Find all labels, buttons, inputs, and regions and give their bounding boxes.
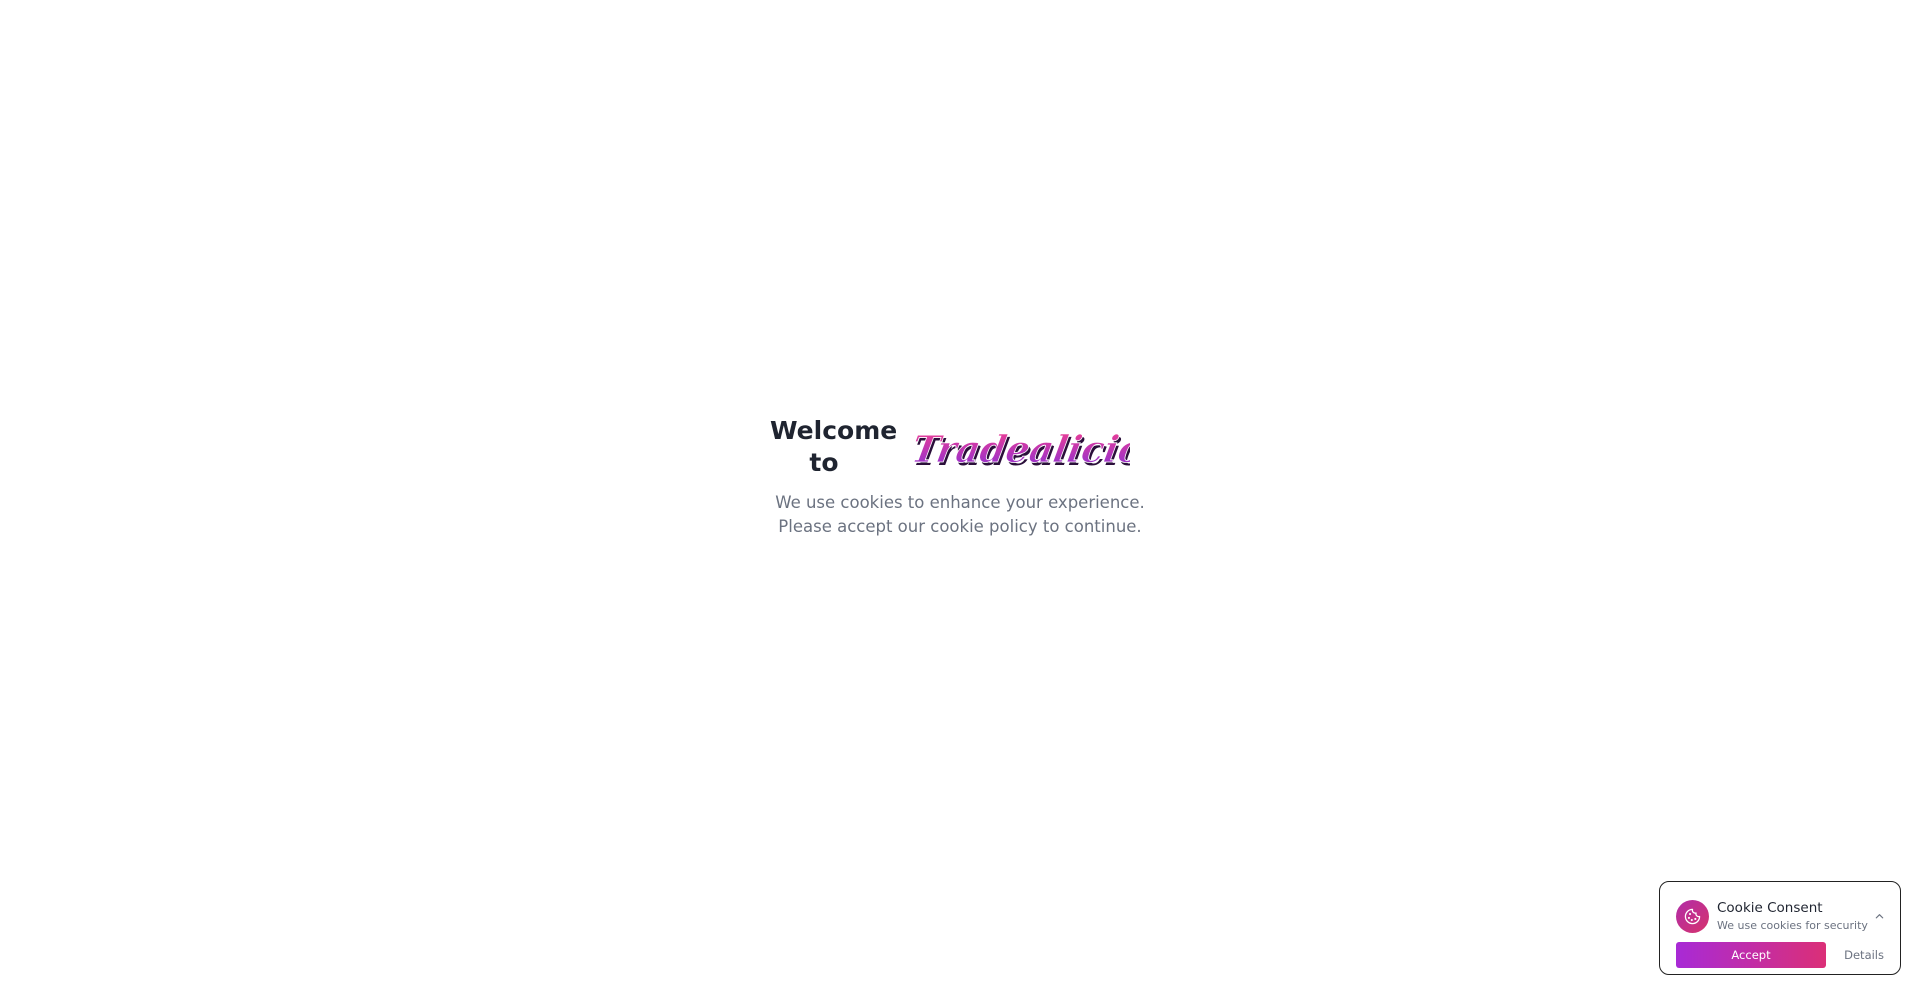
cookie-notice-text: We use cookies to enhance your experienc… <box>775 493 1145 536</box>
details-button[interactable]: Details <box>1842 948 1886 962</box>
page: Welcome to Tradealicious Tradealicious W… <box>0 0 1920 993</box>
welcome-heading-row: Welcome to Tradealicious Tradealicious <box>770 415 1150 479</box>
welcome-line-1: Welcome <box>770 416 898 445</box>
tradealicious-logo: Tradealicious Tradealicious <box>914 427 1130 474</box>
cookie-consent-banner: Cookie Consent We use cookies for securi… <box>1659 881 1901 975</box>
cookie-banner-texts: Cookie Consent We use cookies for securi… <box>1717 900 1872 933</box>
welcome-section: Welcome to Tradealicious Tradealicious W… <box>770 415 1150 539</box>
welcome-heading: Welcome to <box>770 415 898 479</box>
welcome-line-2: to <box>809 448 839 477</box>
cookie-icon <box>1676 899 1709 933</box>
svg-text:Tradealicious: Tradealicious <box>914 427 1130 471</box>
cookie-banner-actions: Accept Details <box>1676 942 1886 968</box>
cookie-banner-header: Cookie Consent We use cookies for securi… <box>1676 899 1886 933</box>
accept-button[interactable]: Accept <box>1676 942 1826 968</box>
cookie-banner-subtitle: We use cookies for security <box>1717 918 1868 932</box>
cookie-banner-title: Cookie Consent <box>1717 899 1823 916</box>
chevron-up-icon[interactable] <box>1872 909 1886 923</box>
